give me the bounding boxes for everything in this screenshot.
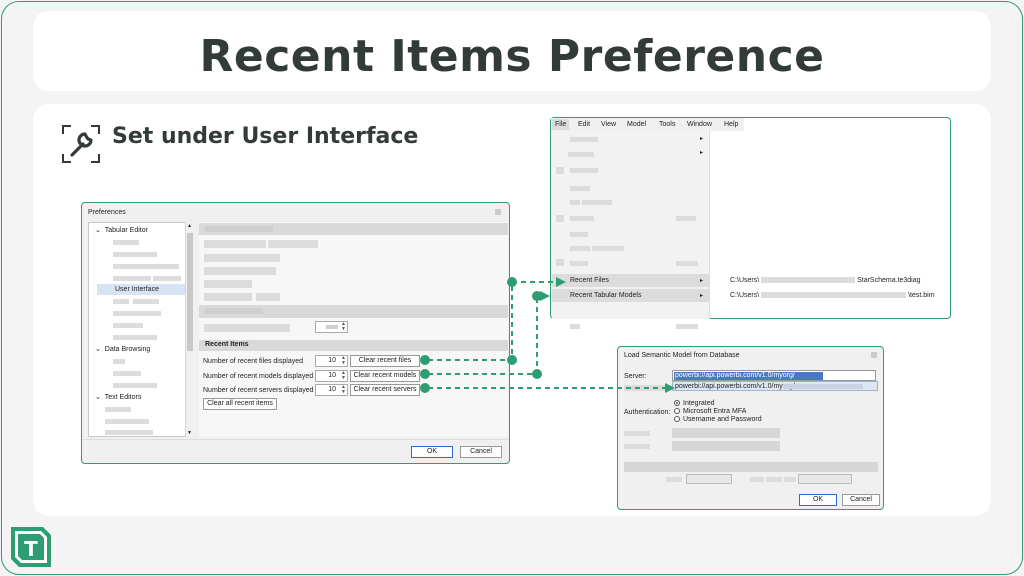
preferences-tree: ⌄ Tabular Editor User Interface ⌄ Data B… [88, 222, 194, 437]
menu-bar: File Edit View Model Tools Window Help [551, 118, 744, 131]
chevron-right-icon: ▸ [700, 278, 704, 284]
spin-icon: ▲ ▼ [341, 384, 346, 395]
chevron-down-icon: ⌄ [95, 394, 101, 401]
radio-username-password[interactable] [674, 416, 680, 422]
menu-tools[interactable]: Tools [659, 121, 675, 128]
load-ok-button[interactable]: OK [799, 494, 837, 506]
auth-label: Authentication: [624, 409, 671, 416]
recent-files-label: Number of recent files displayed [203, 358, 303, 365]
slide-title: Recent Items Preference [199, 31, 825, 82]
section-header [199, 305, 508, 318]
spin-icon: ▲ ▼ [341, 321, 346, 332]
spin-icon: ▲ ▼ [341, 370, 346, 381]
server-input[interactable]: powerbi://api.powerbi.com/v1.0/myorg/ [672, 370, 876, 381]
wrench-icon [62, 125, 100, 163]
server-suggestion[interactable]: powerbi://api.powerbi.com/v1.0/myorg/ [672, 381, 878, 391]
tree-node-data-browsing[interactable]: ⌄ Data Browsing [95, 345, 150, 353]
chevron-down-icon: ⌄ [95, 346, 101, 353]
recent-models-stepper[interactable]: 10 ▲ ▼ [315, 370, 348, 382]
clear-recent-files-button[interactable]: Clear recent files [350, 355, 420, 367]
cancel-button[interactable]: Cancel [460, 446, 502, 458]
chevron-right-icon: ▸ [700, 136, 704, 142]
preferences-window: Preferences ⌄ Tabular Editor User Interf… [81, 202, 510, 464]
recent-servers-stepper[interactable]: 10 ▲ ▼ [315, 384, 348, 396]
title-card: Recent Items Preference [33, 11, 991, 91]
clear-recent-models-button[interactable]: Clear recent models [350, 370, 420, 382]
preferences-title: Preferences [88, 209, 126, 216]
menu-edit[interactable]: Edit [578, 121, 590, 128]
file-menu-window: File Edit View Model Tools Window Help ▸… [550, 117, 951, 329]
menu-file[interactable]: File [552, 119, 570, 130]
chevron-right-icon: ▸ [700, 293, 704, 299]
load-cancel-button[interactable]: Cancel [842, 494, 880, 506]
menu-view[interactable]: View [601, 121, 616, 128]
section-header [199, 223, 508, 235]
recent-file-path[interactable]: C:\Users\ StarSchema.te3diag [730, 277, 921, 284]
server-label: Server: [624, 373, 647, 380]
tree-node-text-editors[interactable]: ⌄ Text Editors [95, 393, 141, 401]
recent-items-header: Recent Items [199, 340, 508, 351]
close-icon[interactable] [495, 209, 501, 215]
radio-entra-mfa[interactable] [674, 408, 680, 414]
tree-node-tabular-editor[interactable]: ⌄ Tabular Editor [95, 226, 148, 234]
close-icon[interactable] [871, 352, 877, 358]
chevron-down-icon: ⌄ [95, 227, 101, 234]
menu-help[interactable]: Help [724, 121, 738, 128]
setting-stepper[interactable]: ▲ ▼ [315, 321, 348, 333]
recent-models-label: Number of recent models displayed [203, 373, 314, 380]
load-model-title: Load Semantic Model from Database [624, 352, 740, 359]
slide-subtitle: Set under User Interface [112, 124, 419, 149]
tabular-editor-logo: T [11, 527, 51, 567]
menu-item-recent-models[interactable]: Recent Tabular Models ▸ [552, 289, 710, 302]
recent-files-stepper[interactable]: 10 ▲ ▼ [315, 355, 348, 367]
radio-integrated[interactable] [674, 400, 680, 406]
ok-button[interactable]: OK [411, 446, 453, 458]
recent-model-path[interactable]: C:\Users\ \test.bim [730, 292, 935, 299]
menu-model[interactable]: Model [627, 121, 646, 128]
menu-window[interactable]: Window [687, 121, 712, 128]
clear-recent-servers-button[interactable]: Clear recent servers [350, 384, 420, 396]
spin-icon: ▲ ▼ [341, 355, 346, 366]
menu-item-recent-files[interactable]: Recent Files ▸ [552, 274, 710, 287]
load-model-window: Load Semantic Model from Database Server… [617, 346, 884, 510]
tree-node-user-interface[interactable]: User Interface [97, 284, 189, 295]
chevron-right-icon: ▸ [700, 150, 704, 156]
logo-letter: T [24, 537, 38, 561]
clear-all-recent-items-button[interactable]: Clear all recent items [203, 398, 277, 410]
tree-scrollbar[interactable]: ▲ ▼ [185, 222, 194, 437]
recent-servers-label: Number of recent servers displayed [203, 387, 314, 394]
